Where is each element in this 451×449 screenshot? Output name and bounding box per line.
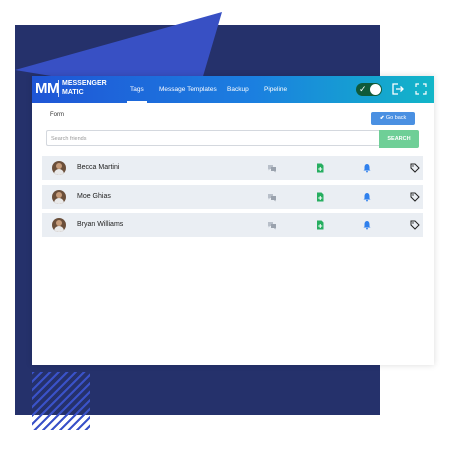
expand-icon[interactable] [414,82,428,96]
friend-row: Bryan Williams [42,213,423,237]
avatar [52,218,66,232]
go-back-button[interactable]: ⬋ Go back [371,112,415,125]
go-back-label: Go back [385,115,407,121]
add-file-icon[interactable] [315,163,325,173]
search-input[interactable]: Search friends [46,130,379,146]
friend-name: Becca Martini [77,164,120,171]
app-window: MM MESSENGER MATIC Tags Message Template… [32,76,434,365]
friend-name: Bryan Williams [77,221,124,228]
chat-icon[interactable] [267,163,277,173]
bell-icon[interactable] [362,220,372,230]
search-button[interactable]: SEARCH [379,130,419,148]
friend-name: Moe Ghias [77,193,111,200]
avatar [52,190,66,204]
tab-pipeline[interactable]: Pipeline [264,76,287,103]
form-label: Form [50,112,64,118]
chat-icon[interactable] [267,220,277,230]
toggle-knob [370,84,381,95]
enable-toggle[interactable]: ✓ [356,83,382,96]
logo-line-1: MESSENGER [62,80,107,87]
background-stripes [32,372,90,430]
logo-mark: MM [35,80,60,97]
bell-icon[interactable] [362,163,372,173]
logo-line-2: MATIC [62,88,84,96]
friend-row: Becca Martini [42,156,423,180]
tag-icon[interactable] [410,163,420,173]
top-nav-bar: MM MESSENGER MATIC Tags Message Template… [32,76,434,103]
bell-icon[interactable] [362,192,372,202]
logout-icon[interactable] [390,82,404,96]
tab-tags[interactable]: Tags [127,76,147,103]
check-icon: ✓ [359,84,367,94]
friend-row: Moe Ghias [42,185,423,209]
tag-icon[interactable] [410,192,420,202]
logo-text: MESSENGER MATIC [58,80,107,97]
tab-backup[interactable]: Backup [227,76,249,103]
add-file-icon[interactable] [315,220,325,230]
chat-icon[interactable] [267,192,277,202]
tag-icon[interactable] [410,220,420,230]
tab-message-templates[interactable]: Message Templates [159,76,217,103]
add-file-icon[interactable] [315,192,325,202]
avatar [52,161,66,175]
